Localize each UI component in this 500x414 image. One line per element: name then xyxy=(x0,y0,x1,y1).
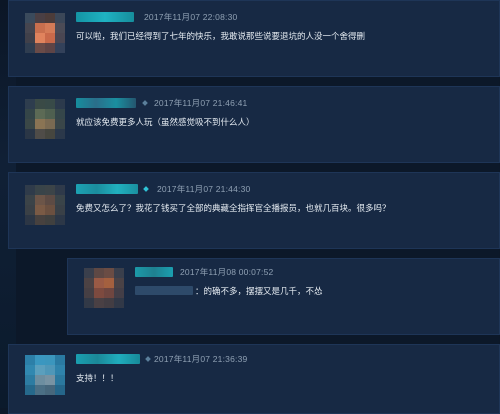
comment-timestamp: 2017年11月07 21:46:41 xyxy=(154,98,248,108)
user-avatar[interactable] xyxy=(25,185,65,225)
comment-text: 就应该免费更多人玩（虽然感觉吸不到什么人） xyxy=(76,118,255,128)
comment-timestamp: 2017年11月07 21:44:30 xyxy=(157,184,251,194)
reply-mention[interactable] xyxy=(135,286,193,295)
badge-icon xyxy=(142,100,148,106)
badge-icon xyxy=(145,356,151,362)
user-avatar[interactable] xyxy=(25,355,65,395)
comment-item: 2017年11月07 21:46:41 就应该免费更多人玩（虽然感觉吸不到什么人… xyxy=(8,86,500,163)
username-link[interactable] xyxy=(76,12,134,22)
user-avatar[interactable] xyxy=(84,268,124,308)
comment-item: 2017年11月07 21:36:39 支持！！！ xyxy=(8,344,500,414)
comment-text: 可以啦，我们已经得到了七年的快乐，我敢说那些说要退坑的人没一个舍得删 xyxy=(76,32,366,42)
user-avatar[interactable] xyxy=(25,13,65,53)
reply-item: 2017年11月08 00:07:52 ：的确不多，摆摆又是几千，不怂 xyxy=(67,258,500,335)
username-link[interactable] xyxy=(76,354,140,364)
username-link[interactable] xyxy=(76,184,138,194)
user-avatar[interactable] xyxy=(25,99,65,139)
comment-timestamp: 2017年11月07 21:36:39 xyxy=(154,354,248,364)
badge-icon xyxy=(143,186,149,192)
comment-text: 支持！！！ xyxy=(76,374,119,384)
comment-text: ：的确不多，摆摆又是几千，不怂 xyxy=(195,287,323,297)
comment-item: 2017年11月07 21:44:30 免费又怎么了？我花了钱买了全部的典藏全指… xyxy=(8,172,500,249)
username-link[interactable] xyxy=(135,267,173,277)
comment-timestamp: 2017年11月07 22:08:30 xyxy=(144,12,238,22)
username-link[interactable] xyxy=(76,98,136,108)
comment-timestamp: 2017年11月08 00:07:52 xyxy=(180,267,274,277)
comment-item: 2017年11月07 22:08:30 可以啦，我们已经得到了七年的快乐，我敢说… xyxy=(8,0,500,77)
comment-text: 免费又怎么了？我花了钱买了全部的典藏全指挥官全播报员，也就几百块。很多吗？ xyxy=(76,204,391,214)
